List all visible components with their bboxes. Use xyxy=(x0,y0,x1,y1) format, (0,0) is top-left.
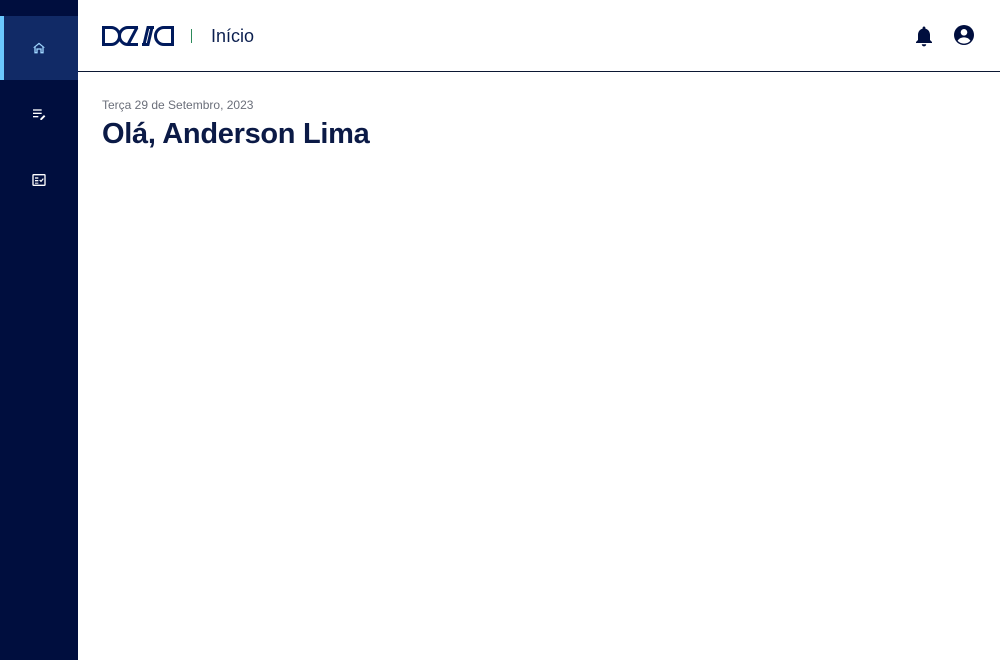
account-circle-icon xyxy=(953,25,975,50)
edit-list-icon xyxy=(31,106,47,122)
bell-icon xyxy=(914,26,934,51)
main-content: Terça 29 de Setembro, 2023 Olá, Anderson… xyxy=(78,72,1000,660)
account-button[interactable] xyxy=(953,24,975,51)
top-header: Início xyxy=(78,0,1000,72)
sidebar-item-home[interactable] xyxy=(0,16,78,80)
header-divider xyxy=(191,29,192,43)
dasa-logo[interactable] xyxy=(102,26,174,51)
sidebar-item-checklist[interactable] xyxy=(0,148,78,212)
app-root: Início Terça 29 de Setembro, 2023 Olá, A… xyxy=(0,0,1000,660)
current-date: Terça 29 de Setembro, 2023 xyxy=(102,98,254,112)
notifications-button[interactable] xyxy=(914,25,934,52)
home-icon xyxy=(31,40,47,56)
checklist-icon xyxy=(31,172,47,188)
greeting-heading: Olá, Anderson Lima xyxy=(102,118,370,150)
page-title: Início xyxy=(211,26,255,46)
sidebar-item-edit[interactable] xyxy=(0,82,78,146)
sidebar xyxy=(0,0,78,660)
